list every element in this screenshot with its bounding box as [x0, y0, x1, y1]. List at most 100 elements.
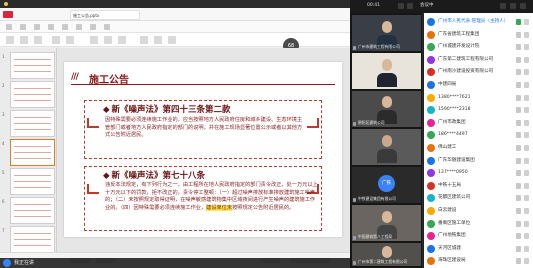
layout-icon[interactable] — [66, 36, 74, 44]
participant-row[interactable]: 广东华隧建设集团 — [424, 155, 533, 167]
camera-icon[interactable] — [524, 119, 529, 126]
mic-icon[interactable] — [516, 245, 521, 252]
ribbon-tab-insert[interactable] — [34, 24, 40, 30]
camera-icon[interactable] — [524, 220, 529, 227]
ribbon-tab-slideshow[interactable] — [76, 24, 82, 30]
camera-icon[interactable] — [524, 157, 529, 164]
camera-icon[interactable] — [524, 258, 529, 265]
slide-thumbnail[interactable] — [10, 110, 55, 137]
camera-icon[interactable] — [524, 208, 529, 214]
participant-row[interactable]: 番禺区施工单位 — [424, 218, 533, 230]
video-tile[interactable] — [352, 53, 421, 89]
mic-icon[interactable] — [516, 69, 521, 76]
mic-icon[interactable] — [516, 157, 521, 164]
mic-icon[interactable] — [516, 220, 521, 227]
slide-thumbnail[interactable] — [10, 52, 55, 79]
participant-row[interactable]: 广州市人民代表 管理员（主持人） — [424, 16, 533, 28]
shape-icon[interactable] — [154, 36, 162, 44]
participant-row[interactable]: 花都区建筑公司 — [424, 192, 533, 204]
mic-icon[interactable] — [516, 208, 521, 214]
mic-icon[interactable] — [516, 170, 521, 177]
participant-row[interactable]: 天河区城建 — [424, 243, 533, 255]
camera-icon[interactable] — [524, 107, 529, 114]
slide-thumbnail[interactable] — [10, 168, 55, 195]
mic-icon[interactable] — [516, 119, 521, 126]
slide-canvas[interactable]: /// 施工公告 ◆ 新《噪声法》第四十三条第二款 因特殊需要必须连续施工作业的，… — [64, 62, 342, 237]
camera-icon[interactable] — [524, 82, 529, 88]
video-tile[interactable]: 广州市第二建筑工程有限公司 — [352, 243, 421, 266]
camera-icon[interactable] — [524, 19, 529, 25]
camera-icon[interactable] — [524, 145, 529, 151]
bold-icon[interactable] — [90, 36, 98, 44]
minimize-icon[interactable] — [500, 3, 506, 9]
participant-name: 186****4497 — [438, 132, 468, 138]
video-tile[interactable] — [352, 129, 421, 165]
ribbon-tab-design[interactable] — [48, 24, 54, 30]
camera-icon[interactable] — [524, 233, 529, 240]
ribbon-tab-view[interactable] — [104, 24, 110, 30]
participant-row[interactable]: 广州市政集团 — [424, 117, 533, 129]
participant-avatar — [427, 68, 435, 77]
participant-row[interactable]: 广东第二建筑工程有限公司 — [424, 54, 533, 66]
camera-icon[interactable] — [524, 31, 529, 38]
mic-icon[interactable] — [516, 233, 521, 240]
participant-row[interactable]: 186****4497 — [424, 129, 533, 141]
camera-icon[interactable] — [524, 44, 529, 51]
arrange-icon[interactable] — [168, 36, 176, 44]
video-tile[interactable]: 广州市建筑工程有限公司 — [352, 15, 421, 51]
participant-row[interactable]: 1590****2318 — [424, 104, 533, 116]
video-tile[interactable]: 朝阳区建筑公司 — [352, 91, 421, 127]
underline-icon[interactable] — [118, 36, 126, 44]
mic-icon[interactable] — [516, 258, 521, 265]
mic-icon[interactable] — [516, 182, 521, 189]
participant-row[interactable]: 137****0950 — [424, 167, 533, 179]
mic-icon[interactable] — [516, 94, 521, 101]
ribbon-tab-review[interactable] — [90, 24, 96, 30]
participant-row[interactable]: 佛山建工 — [424, 142, 533, 154]
mic-icon[interactable] — [516, 44, 521, 51]
camera-icon[interactable] — [524, 56, 529, 63]
align-icon[interactable] — [140, 36, 148, 44]
slide-thumbnail[interactable] — [10, 226, 55, 253]
participant-row[interactable]: 白云建设 — [424, 205, 533, 217]
copy-icon[interactable] — [34, 36, 42, 44]
camera-icon[interactable] — [524, 132, 529, 139]
camera-icon[interactable] — [524, 170, 529, 177]
maximize-icon[interactable] — [510, 3, 516, 9]
participant-row[interactable]: 中建四局 — [424, 79, 533, 91]
ribbon-tab-animation[interactable] — [62, 24, 68, 30]
mic-icon[interactable] — [516, 82, 521, 88]
participant-row[interactable]: 广州地铁集团 — [424, 230, 533, 242]
ribbon-tab-home[interactable] — [20, 24, 26, 30]
new-slide-icon[interactable] — [52, 36, 60, 44]
mic-icon[interactable] — [516, 145, 521, 151]
mic-icon[interactable] — [516, 31, 521, 38]
mic-icon[interactable] — [516, 56, 521, 63]
ribbon-tab-file[interactable] — [6, 24, 12, 30]
participant-row[interactable]: 海珠区建设局 — [424, 255, 533, 267]
participant-row[interactable]: 1380****7621 — [424, 92, 533, 104]
mic-icon[interactable] — [516, 19, 521, 25]
close-icon[interactable] — [520, 3, 526, 9]
mic-icon[interactable] — [516, 132, 521, 139]
cut-icon[interactable] — [20, 36, 28, 44]
slide-thumbnail-active[interactable] — [10, 139, 55, 166]
italic-icon[interactable] — [104, 36, 112, 44]
slide-thumbnail[interactable] — [10, 81, 55, 108]
camera-icon[interactable] — [524, 195, 529, 202]
participant-row[interactable]: 广州南沙建设投资有限公司 — [424, 66, 533, 78]
slide-thumbnail[interactable] — [10, 197, 55, 224]
camera-icon[interactable] — [524, 94, 529, 101]
participant-row[interactable]: 广州城建开发设计院 — [424, 41, 533, 53]
camera-icon[interactable] — [524, 69, 529, 76]
participant-row[interactable]: 中铁十五局 — [424, 180, 533, 192]
mic-icon[interactable] — [516, 107, 521, 114]
camera-icon[interactable] — [524, 182, 529, 189]
paste-icon[interactable] — [6, 36, 14, 44]
mic-icon[interactable] — [516, 195, 521, 202]
video-tile[interactable]: 中国建筑第八工程局 — [352, 205, 421, 241]
document-tab[interactable]: 施工公告.pptx — [70, 10, 140, 20]
participant-row[interactable]: 广东省建筑工程集团 — [424, 29, 533, 41]
camera-icon[interactable] — [524, 245, 529, 252]
video-tile[interactable]: 广铁 中铁建设集团有限公司 — [352, 167, 421, 203]
